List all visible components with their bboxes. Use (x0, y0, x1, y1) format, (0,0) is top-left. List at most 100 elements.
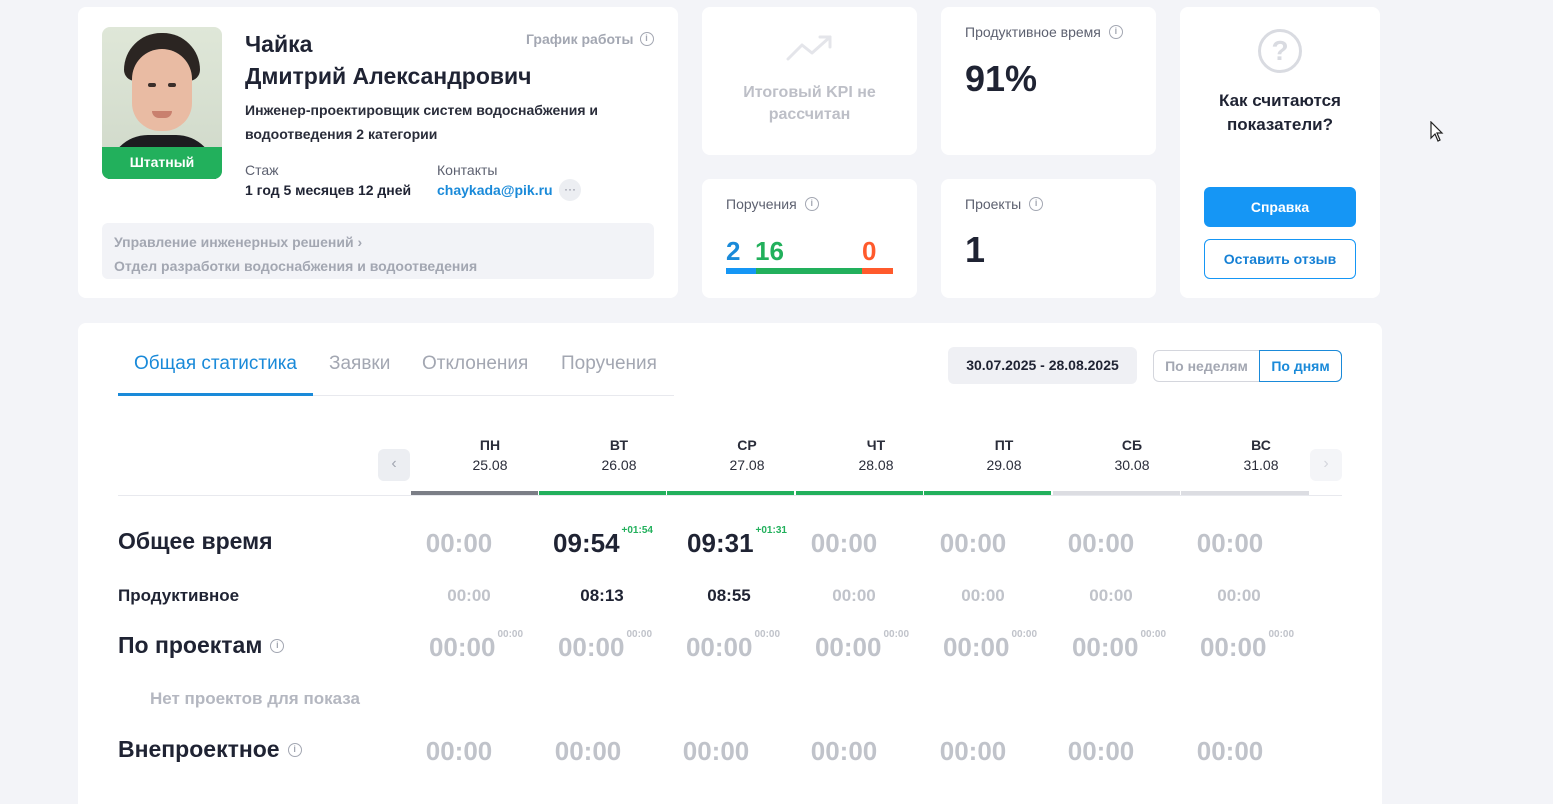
stats-tabs: Общая статистика Заявки Отклонения Поруч… (118, 343, 674, 396)
day-date: 27.08 (729, 457, 765, 473)
leave-feedback-button[interactable]: Оставить отзыв (1204, 239, 1356, 279)
total-time-label: Общее время (118, 528, 273, 554)
info-icon[interactable]: i (1029, 197, 1044, 211)
prev-week-button[interactable]: ‹ (378, 449, 410, 481)
day-status-bar (796, 491, 923, 495)
by-days-option[interactable]: По дням (1259, 350, 1342, 382)
productive-time-value: 91% (965, 58, 1038, 99)
day-status-bar (924, 491, 1051, 495)
tab-deviations[interactable]: Отклонения (422, 353, 528, 375)
day-date: 28.08 (858, 457, 894, 473)
experience-label: Стаж (245, 162, 279, 178)
cell-value: 00:00 (557, 632, 625, 662)
total-time-cell: 00:00 (780, 528, 908, 559)
employee-last-name: Чайка (245, 31, 313, 57)
by-projects-cell: 00:00 00:00 (541, 629, 669, 663)
day-date: 25.08 (472, 457, 508, 473)
trend-up-icon (786, 35, 832, 61)
more-contacts-button[interactable]: ··· (559, 179, 581, 201)
avatar: Штатный (102, 27, 222, 179)
tasks-count-green: 16 (755, 236, 784, 266)
tasks-bar-green (756, 268, 862, 274)
day-header: СБ 30.08 (1068, 435, 1196, 475)
tab-assignments[interactable]: Поручения (561, 353, 657, 375)
no-projects-message: Нет проектов для показа (150, 689, 360, 708)
cell-value: 00:00 (939, 528, 1007, 558)
by-projects-label-text: По проектам (118, 632, 263, 658)
chevron-right-icon: › (357, 234, 363, 250)
cell-value: 00:00 (1196, 528, 1264, 558)
overtime-value: +01:54 (621, 525, 653, 536)
day-header: ПТ 29.08 (940, 435, 1068, 475)
info-icon[interactable]: i (1108, 25, 1123, 39)
day-date: 29.08 (986, 457, 1022, 473)
date-range-picker[interactable]: 30.07.2025 - 28.08.2025 (948, 347, 1137, 384)
breadcrumb-parent[interactable]: Управление инженерных решений › (114, 230, 642, 254)
productive-time-title: Продуктивное время i (965, 24, 1123, 40)
by-weeks-option[interactable]: По неделям (1154, 351, 1259, 381)
breadcrumb-parent-label: Управление инженерных решений (114, 234, 354, 250)
question-icon: ? (1258, 29, 1302, 73)
projects-label: Проекты (965, 196, 1022, 212)
kpi-status-text: Итоговый KPI не рассчитан (743, 84, 876, 123)
tasks-card: Поручения i 2 16 0 (702, 179, 917, 298)
by-projects-cell: 00:00 00:00 (412, 629, 540, 663)
help-button[interactable]: Справка (1204, 187, 1356, 227)
day-status-bar (539, 491, 666, 495)
day-name: ЧТ (866, 437, 886, 453)
info-icon[interactable]: i (270, 638, 285, 653)
cell-value: 00:00 (942, 632, 1010, 662)
cell-extra: 00:00 (626, 629, 653, 640)
employee-name: Чайка Дмитрий Александрович (245, 28, 532, 92)
projects-card: Проекты i 1 (941, 179, 1156, 298)
experience-value: 1 год 5 месяцев 12 дней (245, 182, 412, 198)
statistics-panel: Общая статистика Заявки Отклонения Поруч… (78, 323, 1382, 804)
period-toggle: По неделям По дням (1153, 350, 1342, 382)
non-project-cell: 00:00 (1067, 736, 1135, 766)
cell-extra: 00:00 (1011, 629, 1038, 640)
by-projects-cell: 00:00 00:00 (798, 629, 926, 663)
cell-value: 00:00 (814, 632, 882, 662)
productive-cell: 00:00 (1217, 586, 1261, 605)
cell-extra: 00:00 (754, 629, 781, 640)
by-projects-cell: 00:00 00:00 (926, 629, 1054, 663)
email-link[interactable]: chaykada@pik.ru (437, 182, 553, 198)
total-time-cell: 00:00 (909, 528, 1037, 559)
by-projects-cell: 00:00 00:00 (1183, 629, 1311, 663)
info-icon[interactable]: i (804, 197, 819, 211)
mouse-cursor-icon (1430, 121, 1444, 142)
contacts-label: Контакты (437, 162, 498, 178)
active-tab-indicator (118, 393, 313, 396)
help-title: Как считаются показатели? (1219, 91, 1341, 134)
day-date: 30.08 (1114, 457, 1150, 473)
day-header: ЧТ 28.08 (812, 435, 940, 475)
day-header: ВС 31.08 (1197, 435, 1325, 475)
total-time-cell: 00:00 (1166, 528, 1294, 559)
employee-position: Инженер-проектировщик систем водоснабжен… (245, 102, 599, 142)
day-name: СР (737, 437, 757, 453)
productive-cell: 00:00 (832, 586, 876, 605)
department-breadcrumb: Управление инженерных решений › Отдел ра… (102, 223, 654, 279)
work-schedule-label: График работы (526, 31, 634, 47)
productive-time-card: Продуктивное время i 91% (941, 7, 1156, 155)
cell-value: 00:00 (1199, 632, 1267, 662)
tab-general-stats[interactable]: Общая статистика (134, 353, 297, 375)
day-name: ПТ (994, 437, 1014, 453)
cell-value: 00:00 (1067, 528, 1135, 558)
cell-value: 09:54 (553, 528, 620, 558)
tab-requests[interactable]: Заявки (329, 353, 390, 375)
day-date: 26.08 (601, 457, 637, 473)
day-name: СБ (1121, 437, 1143, 453)
info-icon[interactable]: i (639, 32, 654, 46)
info-icon[interactable]: i (287, 742, 302, 757)
header-divider (118, 495, 1342, 496)
cell-value: 00:00 (1071, 632, 1139, 662)
employee-profile-card: Штатный Чайка Дмитрий Александрович Граф… (78, 7, 678, 298)
work-schedule-link[interactable]: График работы i (526, 31, 654, 47)
day-date: 31.08 (1243, 457, 1279, 473)
help-card: ? Как считаются показатели? Справка Оста… (1180, 7, 1380, 298)
productive-cell: 08:55 (707, 586, 751, 605)
by-projects-cell: 00:00 00:00 (669, 629, 797, 663)
non-project-cell: 00:00 (1196, 736, 1264, 766)
tasks-count-blue: 2 (726, 236, 741, 266)
